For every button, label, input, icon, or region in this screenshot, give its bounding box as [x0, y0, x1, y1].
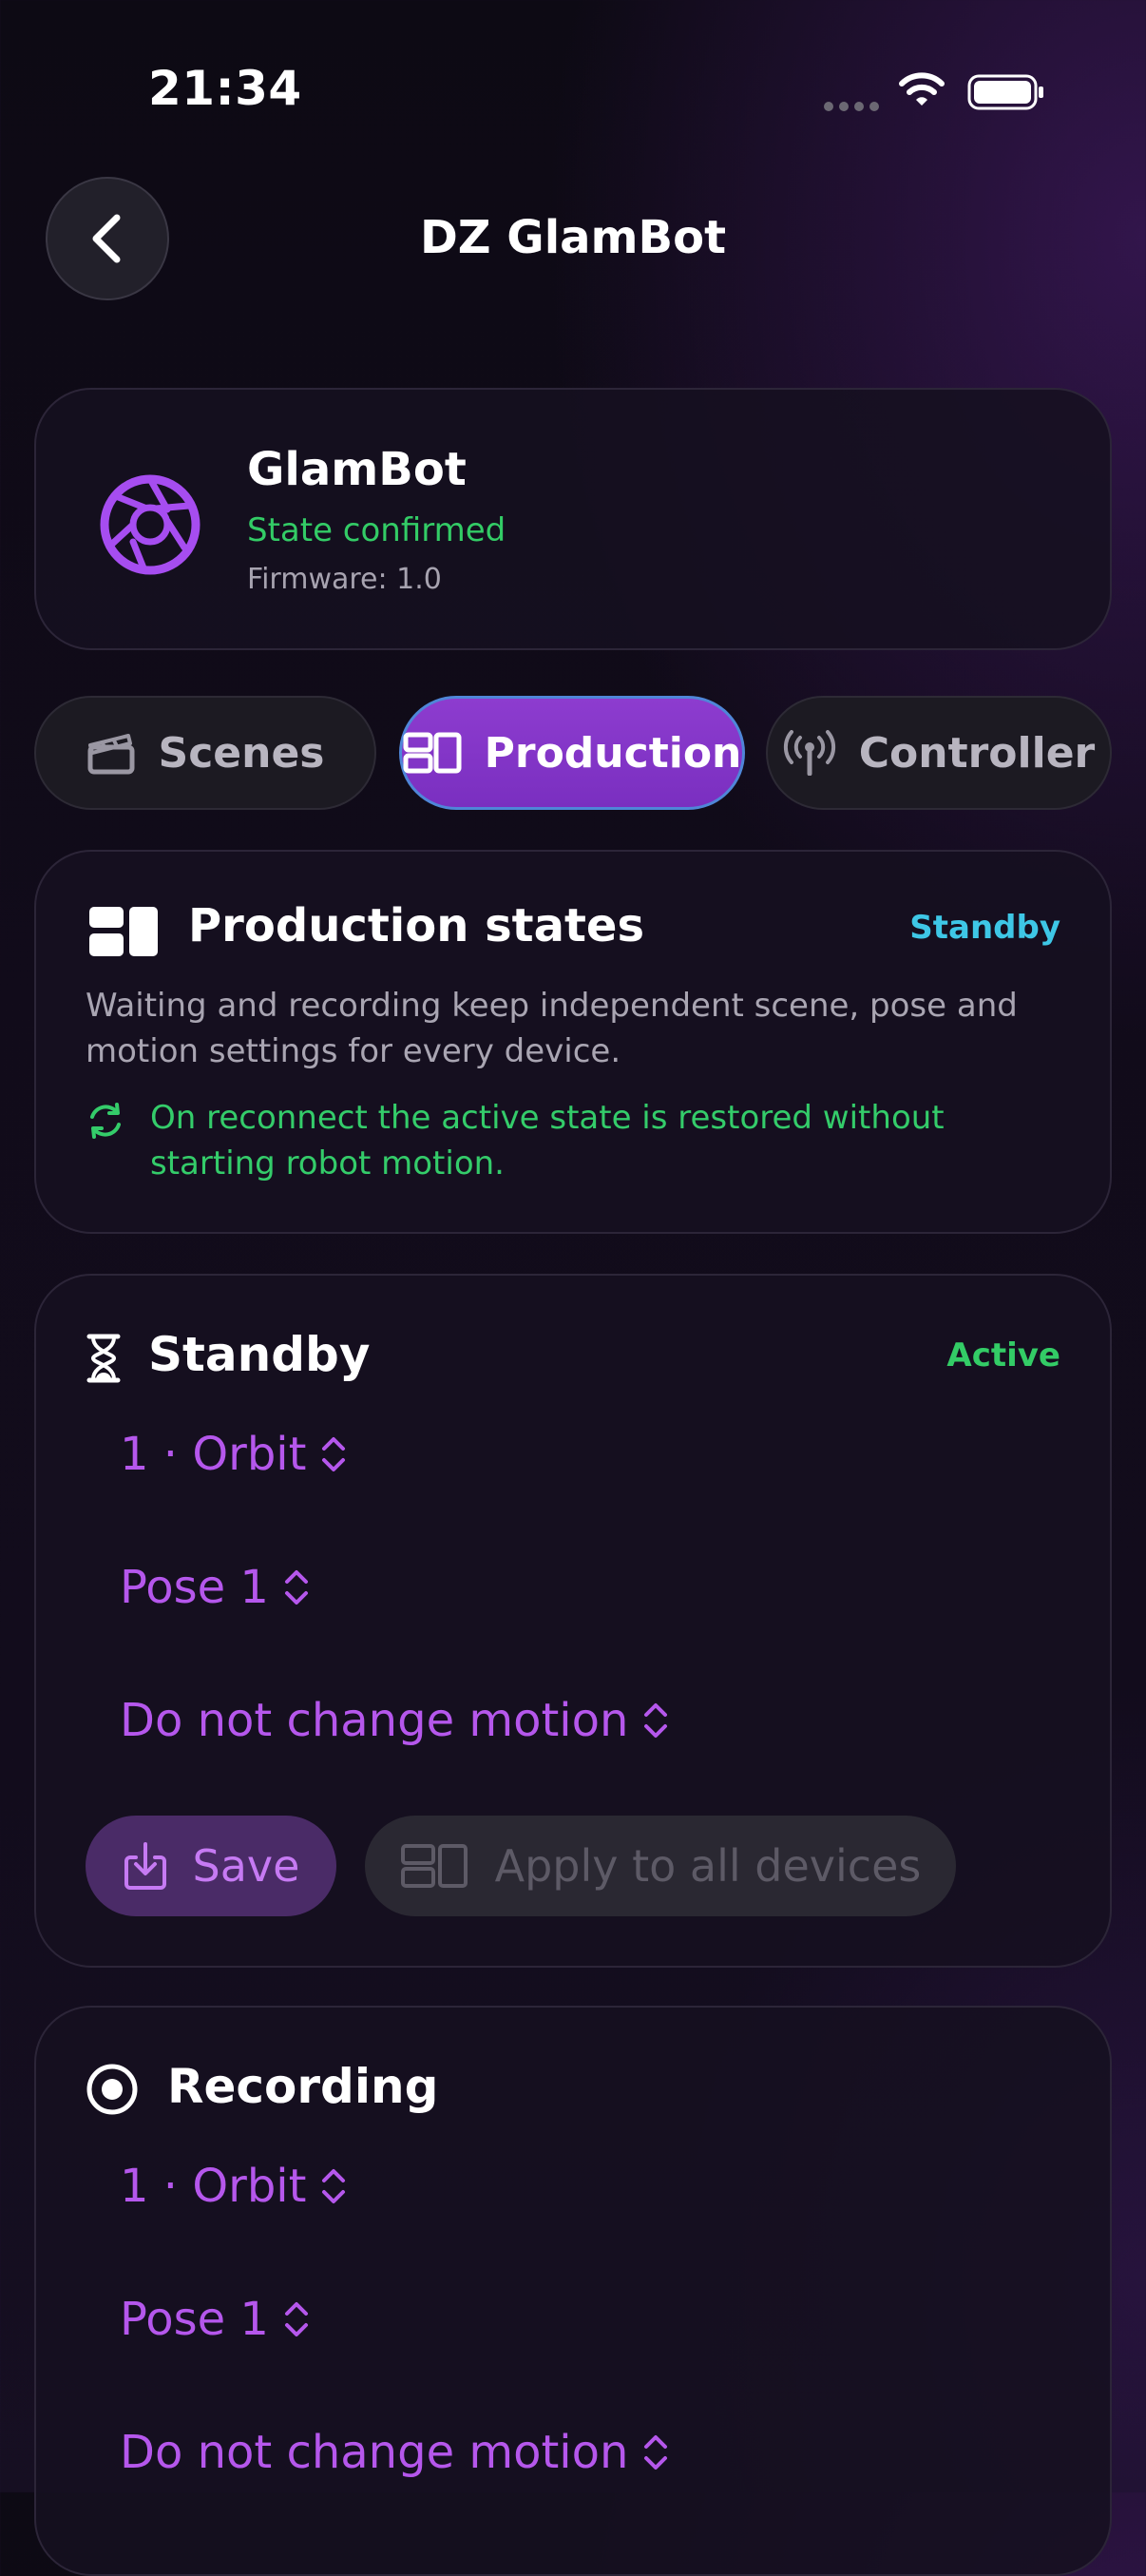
production-states-description: Waiting and recording keep independent s…: [86, 987, 1018, 1070]
standby-title: Standby: [148, 1327, 371, 1382]
standby-card: Standby Active 1 · Orbit Pose 1 Do not c…: [34, 1274, 1112, 1968]
device-state: State confirmed: [247, 511, 506, 549]
chevron-up-down-icon: [284, 1570, 308, 1605]
tab-scenes-label: Scenes: [158, 728, 325, 778]
device-card: GlamBot State confirmed Firmware: 1.0: [34, 388, 1112, 650]
standby-motion-picker[interactable]: Do not change motion: [120, 1694, 670, 1747]
camera-aperture-icon: [100, 474, 201, 575]
tab-production[interactable]: Production: [399, 696, 745, 810]
standby-scene-value: 1 · Orbit: [120, 1428, 307, 1481]
device-firmware: Firmware: 1.0: [247, 563, 442, 596]
chevron-up-down-icon: [644, 2435, 668, 2470]
reconnect-note: On reconnect the active state is restore…: [150, 1099, 945, 1182]
hourglass-icon: [86, 1334, 121, 1383]
wifi-icon: [899, 72, 945, 106]
layout-panels-icon: [400, 1844, 468, 1888]
layout-panels-icon: [403, 732, 462, 774]
tab-controller[interactable]: Controller: [766, 696, 1112, 810]
apply-to-all-devices-button[interactable]: Apply to all devices: [365, 1816, 956, 1916]
tab-scenes[interactable]: Scenes: [34, 696, 376, 810]
recording-title: Recording: [167, 2059, 439, 2114]
chevron-up-down-icon: [322, 1437, 346, 1471]
battery-icon: [967, 74, 1043, 110]
standby-scene-picker[interactable]: 1 · Orbit: [120, 1428, 348, 1481]
layout-panels-filled-icon: [89, 907, 158, 956]
chevron-up-down-icon: [284, 2302, 308, 2336]
recording-scene-value: 1 · Orbit: [120, 2160, 307, 2213]
recording-pose-picker[interactable]: Pose 1: [120, 2293, 311, 2346]
sync-icon: [90, 1103, 121, 1139]
chevron-up-down-icon: [322, 2169, 346, 2203]
recording-motion-picker[interactable]: Do not change motion: [120, 2426, 670, 2479]
clapperboard-icon: [87, 734, 135, 775]
device-name: GlamBot: [247, 443, 467, 496]
recording-card: Recording 1 · Orbit Pose 1 Do not change…: [34, 2006, 1112, 2576]
standby-pose-value: Pose 1: [120, 1561, 269, 1614]
tab-production-label: Production: [484, 728, 742, 778]
chevron-up-down-icon: [644, 1703, 668, 1738]
production-states-title: Production states: [188, 899, 645, 952]
recording-scene-picker[interactable]: 1 · Orbit: [120, 2160, 348, 2213]
standby-motion-value: Do not change motion: [120, 1694, 629, 1747]
production-states-card: Production states Standby Waiting and re…: [34, 850, 1112, 1234]
record-icon: [86, 2064, 138, 2115]
tab-controller-label: Controller: [858, 728, 1096, 778]
status-time: 21:34: [148, 61, 302, 116]
save-button[interactable]: Save: [86, 1816, 336, 1916]
recording-motion-value: Do not change motion: [120, 2426, 629, 2479]
save-button-label: Save: [192, 1840, 300, 1892]
recording-pose-value: Pose 1: [120, 2293, 269, 2346]
save-download-icon: [124, 1842, 166, 1890]
page-title: DZ GlamBot: [419, 211, 727, 264]
antenna-icon: [783, 730, 835, 776]
production-states-badge: Standby: [909, 909, 1060, 947]
standby-pose-picker[interactable]: Pose 1: [120, 1561, 311, 1614]
cellular-signal-icon: [824, 102, 879, 111]
standby-status-badge: Active: [946, 1336, 1060, 1375]
apply-button-label: Apply to all devices: [494, 1840, 922, 1892]
